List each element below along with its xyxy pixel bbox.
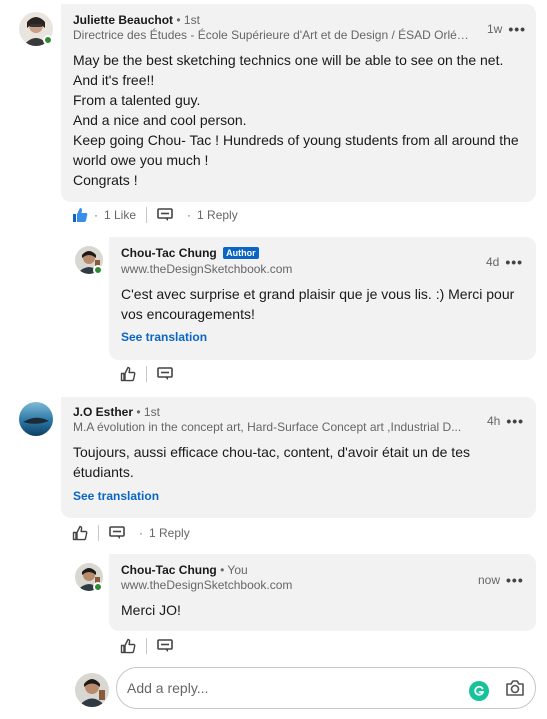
thumbs-up-icon[interactable] bbox=[120, 366, 136, 382]
text-line: vos encouragements! bbox=[121, 306, 255, 322]
text-line: And it's free!! bbox=[73, 72, 155, 88]
see-translation-link[interactable]: See translation bbox=[73, 489, 159, 503]
divider bbox=[146, 366, 147, 382]
text-line: May be the best sketching technics one w… bbox=[73, 52, 504, 68]
more-options-icon[interactable]: ••• bbox=[505, 254, 523, 270]
comment-time: 4h bbox=[487, 414, 501, 428]
author-name[interactable]: Chou-Tac Chung bbox=[121, 563, 217, 577]
text-line: Keep going Chou- Tac ! Hundreds of young… bbox=[73, 132, 519, 148]
comment-icon[interactable] bbox=[157, 639, 173, 653]
like-count[interactable]: 1 Like bbox=[104, 208, 136, 222]
text-line: Toujours, aussi efficace chou-tac, conte… bbox=[73, 444, 470, 460]
connection-degree: • 1st bbox=[176, 13, 200, 27]
reply-text: Merci JO! bbox=[121, 600, 181, 620]
comment-meta: 1w ••• bbox=[487, 21, 526, 37]
divider bbox=[146, 638, 147, 654]
more-options-icon[interactable]: ••• bbox=[506, 413, 524, 429]
comment-icon[interactable] bbox=[157, 208, 173, 222]
more-options-icon[interactable]: ••• bbox=[506, 572, 524, 588]
online-status-icon bbox=[93, 265, 103, 275]
reply-meta: now ••• bbox=[478, 572, 524, 588]
comment-icon[interactable] bbox=[157, 367, 173, 381]
reply-meta: 4d ••• bbox=[486, 254, 523, 270]
text-line: Merci JO! bbox=[121, 602, 181, 618]
more-options-icon[interactable]: ••• bbox=[508, 21, 526, 37]
reply-actions bbox=[120, 365, 173, 383]
author-headline[interactable]: www.theDesignSketchbook.com bbox=[121, 262, 421, 276]
comment-text: Toujours, aussi efficace chou-tac, conte… bbox=[73, 442, 470, 482]
divider bbox=[146, 207, 148, 223]
avatar[interactable] bbox=[75, 673, 109, 707]
author-headline: Directrice des Études - École Supérieure… bbox=[73, 28, 473, 42]
avatar[interactable] bbox=[19, 402, 53, 436]
author-badge: Author bbox=[223, 247, 259, 259]
text-line: Congrats ! bbox=[73, 172, 138, 188]
thumbs-up-icon[interactable] bbox=[120, 638, 136, 654]
connection-degree: • 1st bbox=[136, 405, 160, 419]
thumbs-up-icon[interactable] bbox=[72, 525, 88, 541]
text-line: étudiants. bbox=[73, 464, 134, 480]
comment-actions: · 1 Reply bbox=[72, 524, 190, 542]
reply-actions bbox=[120, 637, 173, 655]
reply-text: C'est avec surprise et grand plaisir que… bbox=[121, 284, 514, 324]
comment-text: May be the best sketching technics one w… bbox=[73, 50, 519, 190]
comment-author-line: J.O Esther • 1st bbox=[73, 405, 160, 419]
reply-count[interactable]: 1 Reply bbox=[197, 208, 238, 222]
camera-icon[interactable] bbox=[505, 679, 525, 702]
comment-actions: · 1 Like · 1 Reply bbox=[72, 206, 238, 224]
reply-author-line: Chou-Tac Chung Author bbox=[121, 246, 259, 260]
reply-placeholder: Add a reply... bbox=[127, 680, 209, 696]
text-line: world owe you much ! bbox=[73, 152, 209, 168]
text-line: From a talented guy. bbox=[73, 92, 201, 108]
grammarly-icon[interactable] bbox=[469, 681, 489, 701]
comment-time: 1w bbox=[487, 22, 503, 36]
reply-time: 4d bbox=[486, 255, 500, 269]
comment-icon[interactable] bbox=[109, 526, 125, 540]
online-status-icon bbox=[43, 35, 53, 45]
author-name[interactable]: Juliette Beauchot bbox=[73, 13, 173, 27]
comment-author-line: Juliette Beauchot • 1st bbox=[73, 13, 200, 27]
author-headline: M.A évolution in the concept art, Hard-S… bbox=[73, 420, 462, 434]
reply-time: now bbox=[478, 573, 501, 587]
connection-degree: • You bbox=[220, 563, 248, 577]
see-translation-link[interactable]: See translation bbox=[121, 330, 207, 344]
text-line: And a nice and cool person. bbox=[73, 112, 247, 128]
author-name[interactable]: J.O Esther bbox=[73, 405, 133, 419]
online-status-icon bbox=[93, 582, 103, 592]
reply-input[interactable]: Add a reply... bbox=[116, 667, 536, 709]
author-name[interactable]: Chou-Tac Chung bbox=[121, 246, 217, 260]
reply-count[interactable]: 1 Reply bbox=[149, 526, 190, 540]
text-line: C'est avec surprise et grand plaisir que… bbox=[121, 286, 515, 302]
author-headline[interactable]: www.theDesignSketchbook.com bbox=[121, 578, 421, 592]
reply-author-line: Chou-Tac Chung • You bbox=[121, 563, 248, 577]
divider bbox=[98, 525, 99, 541]
comment-meta: 4h ••• bbox=[487, 413, 524, 429]
thumbs-up-icon[interactable] bbox=[72, 207, 88, 223]
